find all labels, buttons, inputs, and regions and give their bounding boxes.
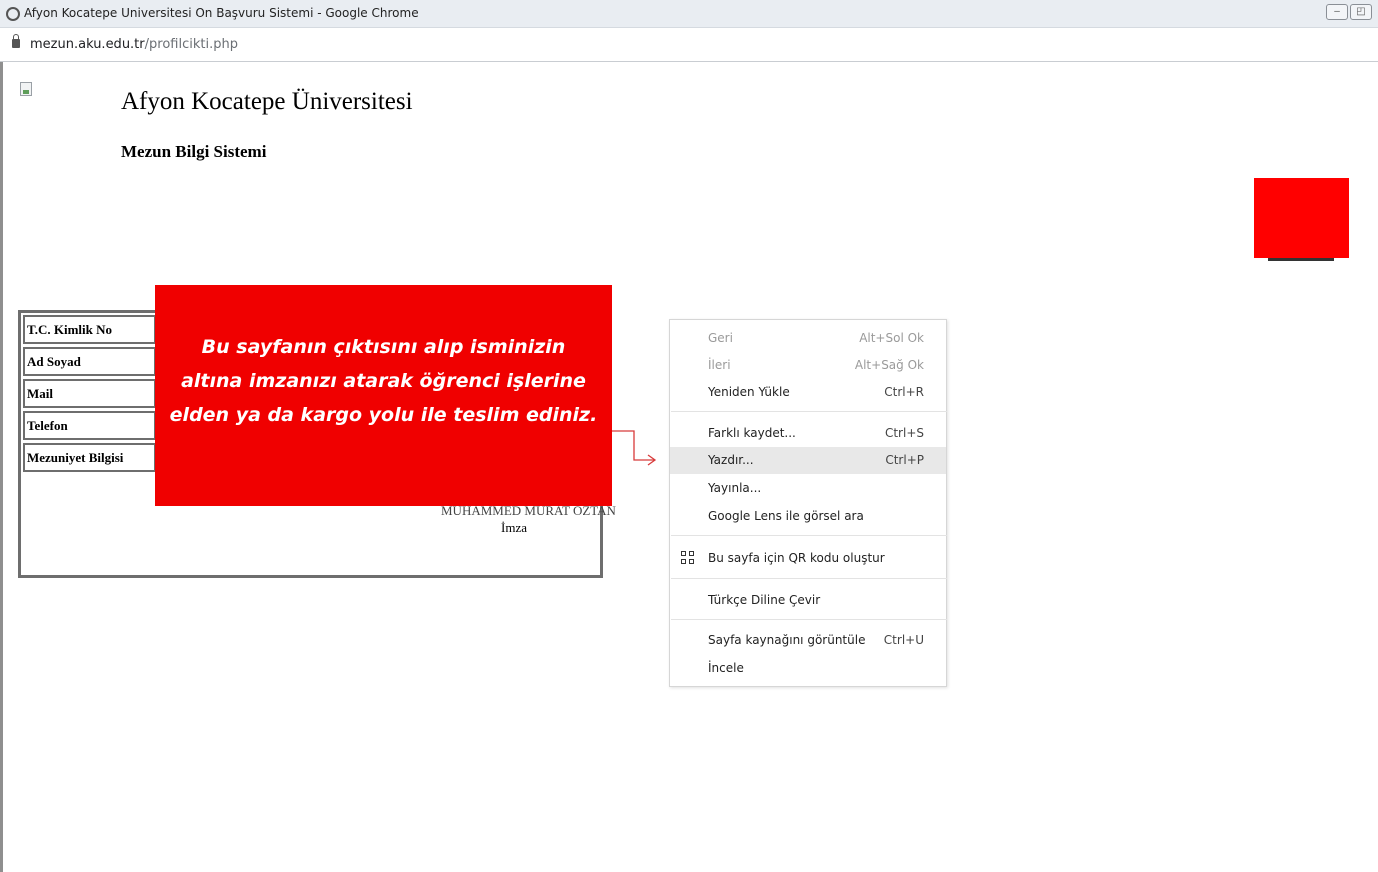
url-domain: mezun.aku.edu.tr (30, 37, 145, 52)
menu-item-qr-code[interactable]: Bu sayfa için QR kodu oluştur (670, 545, 946, 572)
menu-item-reload[interactable]: Yeniden Yükle Ctrl+R (670, 379, 946, 406)
profile-photo (1254, 178, 1349, 258)
address-bar[interactable]: mezun.aku.edu.tr/profilcikti.php (0, 28, 1378, 62)
signature-label: İmza (501, 520, 527, 535)
minimize-icon[interactable]: – (1326, 4, 1348, 20)
url-path: /profilcikti.php (144, 37, 238, 52)
restore-icon[interactable]: ◰ (1350, 4, 1372, 20)
menu-separator (671, 578, 947, 579)
menu-separator (671, 535, 947, 536)
qr-code-icon (681, 551, 695, 565)
field-label-graduation: Mezuniyet Bilgisi (23, 443, 156, 472)
menu-separator (671, 619, 947, 620)
menu-item-cast[interactable]: Yayınla... (670, 475, 946, 502)
menu-item-back[interactable]: Geri Alt+Sol Ok (670, 325, 946, 352)
chrome-icon (6, 7, 20, 21)
menu-item-view-source[interactable]: Sayfa kaynağını görüntüle Ctrl+U (670, 627, 946, 654)
window-title: Afyon Kocatepe Universitesi On Başvuru S… (24, 6, 419, 20)
menu-item-forward[interactable]: İleri Alt+Sağ Ok (670, 352, 946, 379)
menu-item-google-lens[interactable]: Google Lens ile görsel ara (670, 503, 946, 530)
menu-item-print[interactable]: Yazdır... Ctrl+P (670, 447, 946, 474)
instruction-callout: Bu sayfanın çıktısını alıp isminizin alt… (155, 285, 612, 506)
context-menu: Geri Alt+Sol Ok İleri Alt+Sağ Ok Yeniden… (669, 319, 947, 687)
left-border (0, 62, 3, 872)
menu-item-inspect[interactable]: İncele (670, 655, 946, 682)
field-label-mail: Mail (23, 379, 156, 408)
photo-caption-bar (1268, 258, 1334, 261)
instruction-text: Bu sayfanın çıktısını alıp isminizin alt… (169, 336, 598, 426)
menu-separator (671, 411, 947, 412)
lock-icon[interactable] (12, 34, 20, 48)
field-label-phone: Telefon (23, 411, 156, 440)
window-controls: – ◰ (1326, 4, 1372, 20)
system-title: Mezun Bilgi Sistemi (121, 142, 267, 161)
browser-titlebar: Afyon Kocatepe Universitesi On Başvuru S… (0, 0, 1378, 28)
menu-item-translate[interactable]: Türkçe Diline Çevir (670, 587, 946, 614)
field-label-tc: T.C. Kimlik No (23, 315, 156, 344)
broken-image-icon (20, 82, 32, 96)
url-text[interactable]: mezun.aku.edu.tr/profilcikti.php (30, 37, 238, 52)
menu-item-save-as[interactable]: Farklı kaydet... Ctrl+S (670, 420, 946, 447)
field-label-name: Ad Soyad (23, 347, 156, 376)
university-title: Afyon Kocatepe Üniversitesi (121, 88, 413, 115)
pointer-arrow-icon (612, 430, 657, 466)
